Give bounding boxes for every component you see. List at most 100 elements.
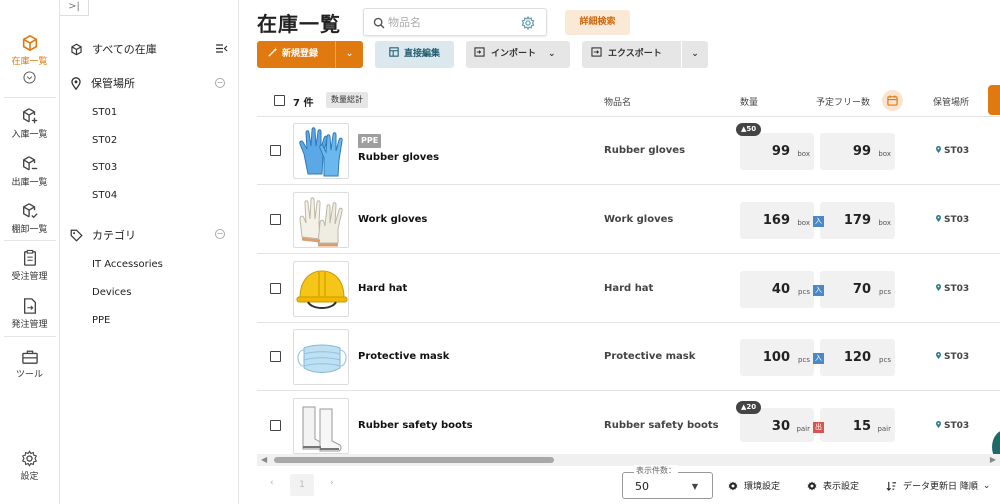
scroll-right-arrow-icon[interactable]: ▶ xyxy=(990,455,996,464)
table-row[interactable]: Rubber safety boots Rubber safety boots … xyxy=(257,392,1000,454)
export-dropdown-button[interactable]: ⌄ xyxy=(681,41,708,68)
display-settings-button[interactable]: 表示設定 xyxy=(807,479,859,492)
nav-item-purchase-orders[interactable]: 発注管理 xyxy=(0,297,59,330)
scrollbar-thumb[interactable] xyxy=(274,457,554,463)
table-row[interactable]: Protective mask Protective mask 100 pcs 入… xyxy=(257,323,1000,391)
page-size-select[interactable]: 表示件数： 50 ▼ xyxy=(622,465,713,499)
sidebar-item-category[interactable]: IT Accessories xyxy=(92,259,163,270)
product-name[interactable]: Rubber safety boots xyxy=(358,420,473,431)
sidebar-item-location[interactable]: ST03 xyxy=(92,162,117,173)
nav-item-tools[interactable]: ツール xyxy=(0,349,59,380)
category-tag: PPE xyxy=(358,134,382,148)
free-quantity-cell[interactable]: 15 pair xyxy=(820,408,895,442)
nav-item-stocktake[interactable]: 棚卸一覧 xyxy=(0,202,59,235)
sidebar-section-categories[interactable]: カテゴリ xyxy=(70,227,136,243)
new-register-dropdown-button[interactable]: ⌄ xyxy=(335,41,363,68)
next-page-button[interactable]: › xyxy=(330,478,334,488)
expand-circle-icon[interactable]: − xyxy=(215,78,225,88)
location-cell[interactable]: ST03 xyxy=(935,351,969,362)
free-quantity-unit: box xyxy=(878,219,891,227)
collapse-menu-icon[interactable] xyxy=(216,44,228,53)
quantity-value: 30 xyxy=(771,419,790,434)
column-settings-tab[interactable] xyxy=(988,85,1000,115)
nav-item-stock-list[interactable]: 在庫一覧 xyxy=(0,34,59,86)
page-size-value: 50 xyxy=(635,480,649,493)
row-checkbox[interactable] xyxy=(270,420,281,431)
product-name[interactable]: Work gloves xyxy=(358,214,427,225)
product-name-column: Rubber safety boots xyxy=(604,420,719,431)
product-name[interactable]: Rubber gloves xyxy=(358,152,439,163)
free-quantity-cell[interactable]: 99 box xyxy=(820,133,895,170)
quantity-cell[interactable]: 100 pcs xyxy=(740,339,814,376)
main-content: 在庫一覧 詳細検索 新規登録 ⌄ 直接編集 インポート⌄ エクスポート ⌄ xyxy=(240,0,1000,504)
nav-item-outbound[interactable]: 出庫一覧 xyxy=(0,155,59,188)
expand-circle-icon[interactable]: − xyxy=(215,229,225,239)
table-row[interactable]: Hard hat Hard hat 40 pcs 入 70 pcs ST03 xyxy=(257,255,1000,323)
scroll-left-arrow-icon[interactable]: ◀ xyxy=(261,455,267,464)
new-register-button[interactable]: 新規登録 ⌄ xyxy=(257,41,363,68)
sidebar-item-all-stock[interactable]: すべての在庫 xyxy=(70,41,230,57)
quantity-cell[interactable]: 99 box xyxy=(740,133,814,170)
table-edit-icon xyxy=(389,47,399,57)
direct-edit-button[interactable]: 直接編集 xyxy=(375,41,454,68)
product-name[interactable]: Hard hat xyxy=(358,283,407,294)
table-row[interactable]: PPE Rubber gloves Rubber gloves ▲50 99 bo… xyxy=(257,117,1000,185)
filter-sidebar: >| すべての在庫 保管場所 − ST01 ST02 ST03 ST04 カテゴ… xyxy=(60,0,239,504)
free-quantity-cell[interactable]: 179 box xyxy=(820,202,895,239)
location-cell[interactable]: ST03 xyxy=(935,145,969,156)
advanced-search-button[interactable]: 詳細検索 xyxy=(565,10,630,35)
free-quantity-cell[interactable]: 70 pcs xyxy=(820,271,895,308)
sidebar-item-category[interactable]: PPE xyxy=(92,315,110,326)
quantity-cell[interactable]: 169 box xyxy=(740,202,814,239)
row-checkbox[interactable] xyxy=(270,283,281,294)
environment-settings-button[interactable]: 環境設定 xyxy=(728,479,780,492)
product-name-column: Protective mask xyxy=(604,351,696,362)
sidebar-item-location[interactable]: ST04 xyxy=(92,190,117,201)
import-button[interactable]: インポート ⌄ xyxy=(466,41,570,68)
quantity-total-button[interactable]: 数量総計 xyxy=(326,92,368,108)
select-all-checkbox[interactable] xyxy=(274,95,285,106)
product-name[interactable]: Protective mask xyxy=(358,351,449,362)
location-cell[interactable]: ST03 xyxy=(935,214,969,225)
sidebar-item-category[interactable]: Devices xyxy=(92,287,131,298)
row-checkbox[interactable] xyxy=(270,214,281,225)
column-header-name[interactable]: 物品名 xyxy=(604,95,631,108)
map-pin-icon xyxy=(936,146,941,153)
box-icon xyxy=(22,34,37,52)
quantity-cell[interactable]: 40 pcs xyxy=(740,271,814,308)
sidebar-section-locations[interactable]: 保管場所 xyxy=(70,75,135,91)
sidebar-item-location[interactable]: ST02 xyxy=(92,135,117,146)
sort-order-button[interactable]: データ更新日 降順 ⌄ xyxy=(886,479,990,492)
nav-item-settings[interactable]: 設定 xyxy=(0,450,59,482)
prev-page-button[interactable]: ‹ xyxy=(270,478,274,488)
export-button[interactable]: エクスポート ⌄ xyxy=(582,41,708,68)
inbound-mark: 入 xyxy=(813,353,824,364)
sidebar-section-label: 保管場所 xyxy=(91,77,135,90)
free-quantity-cell[interactable]: 120 pcs xyxy=(820,339,895,376)
current-page[interactable]: 1 xyxy=(290,474,314,496)
map-pin-icon xyxy=(936,284,941,291)
product-name-column: Work gloves xyxy=(604,214,674,225)
location-cell[interactable]: ST03 xyxy=(935,283,969,294)
row-checkbox[interactable] xyxy=(270,145,281,156)
table-row[interactable]: Work gloves Work gloves 169 box 入 179 box … xyxy=(257,186,1000,254)
sidebar-item-location[interactable]: ST01 xyxy=(92,107,117,118)
calendar-button[interactable] xyxy=(882,90,903,111)
column-header-free-quantity[interactable]: 予定フリー数 xyxy=(816,95,870,108)
horizontal-scrollbar[interactable]: ◀ ▶ xyxy=(257,454,1000,466)
row-checkbox[interactable] xyxy=(270,351,281,362)
nav-item-orders-received[interactable]: 受注管理 xyxy=(0,249,59,282)
column-header-quantity[interactable]: 数量 xyxy=(740,95,758,108)
gear-icon[interactable] xyxy=(521,16,535,30)
free-quantity-unit: pcs xyxy=(879,356,891,364)
search-box[interactable] xyxy=(363,8,547,36)
map-pin-icon xyxy=(936,352,941,359)
quantity-value: 100 xyxy=(762,350,790,365)
quantity-value: 40 xyxy=(771,282,790,297)
search-input[interactable] xyxy=(388,14,518,31)
location-cell[interactable]: ST03 xyxy=(935,420,969,431)
column-header-location[interactable]: 保管場所 xyxy=(933,95,969,108)
nav-item-inbound[interactable]: 入庫一覧 xyxy=(0,107,59,140)
sidebar-collapse-toggle[interactable]: >| xyxy=(60,0,89,16)
box-plus-icon xyxy=(22,108,37,124)
